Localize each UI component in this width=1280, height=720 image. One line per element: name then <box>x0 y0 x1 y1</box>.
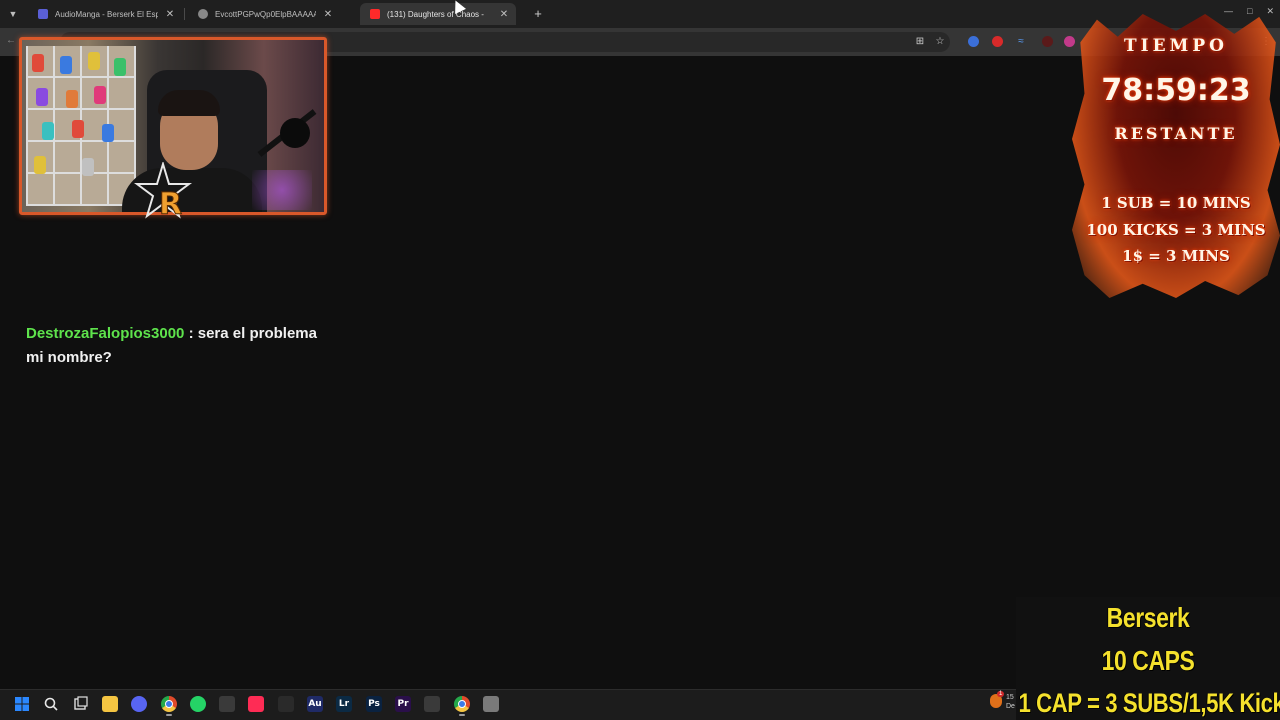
premiere-icon[interactable]: Pr <box>395 696 411 712</box>
timer-label-top: TIEMPO <box>1124 36 1228 56</box>
audiomanga-favicon-icon <box>38 9 48 19</box>
search-icon[interactable] <box>43 696 59 712</box>
youtube-icon <box>370 9 380 19</box>
figure <box>42 122 54 140</box>
close-icon[interactable]: ✕ <box>322 9 334 20</box>
rgb-light <box>252 170 312 210</box>
figure <box>60 56 72 74</box>
logo-letter: R <box>159 187 182 222</box>
star-icon[interactable]: ☆ <box>934 36 946 48</box>
figure <box>114 58 126 76</box>
tiktok-icon[interactable] <box>248 696 264 712</box>
tab-divider <box>184 8 185 20</box>
photoshop-icon[interactable]: Ps <box>366 696 382 712</box>
tray-time: 15 <box>1006 694 1014 701</box>
figure <box>36 88 48 106</box>
close-window-icon[interactable]: ✕ <box>1266 6 1274 17</box>
tab-audiomanga[interactable]: AudioManga - Berserk El Espa ✕ <box>28 3 182 25</box>
minimize-icon[interactable]: — <box>1224 6 1233 17</box>
terminal-icon[interactable] <box>424 696 440 712</box>
lightroom-icon[interactable]: Lr <box>336 696 352 712</box>
globe-icon <box>198 9 208 19</box>
tab-daughters-of-chaos[interactable]: (131) Daughters of Chaos - ✕ <box>360 3 516 25</box>
figure <box>88 52 100 70</box>
chat-message: DestrozaFalopios3000 : sera el problema … <box>26 322 336 370</box>
running-indicator <box>459 714 465 716</box>
extension-icon[interactable] <box>968 36 979 47</box>
figure <box>72 120 84 138</box>
microphone <box>280 118 310 148</box>
tray-clock[interactable]: 15 De <box>1006 693 1015 711</box>
task-view-icon[interactable] <box>73 696 89 712</box>
screen: ▼ AudioManga - Berserk El Espa ✕ EvcottP… <box>0 0 1280 720</box>
window-controls: — □ ✕ <box>1224 6 1274 17</box>
install-app-icon[interactable]: ⊞ <box>914 36 926 48</box>
chrome-icon[interactable] <box>161 696 177 712</box>
chevron-down-icon[interactable]: ▼ <box>4 5 22 23</box>
streamer-hair <box>158 90 220 116</box>
tab-title: EvcottPGPwQp0ElpBAAAAA/i <box>215 9 316 19</box>
timer-rule-kicks: 100 KICKS = 3 MINS <box>1086 221 1266 239</box>
whatsapp-icon[interactable] <box>190 696 206 712</box>
tab-title: (131) Daughters of Chaos - <box>387 9 484 19</box>
figure <box>102 124 114 142</box>
close-icon[interactable]: ✕ <box>498 9 510 20</box>
window-icon[interactable] <box>483 696 499 712</box>
goal-count: 10 CAPS <box>1101 645 1195 676</box>
chat-username: DestrozaFalopios3000 <box>26 325 185 342</box>
timer-rule-dollars: 1$ = 3 MINS <box>1122 247 1230 265</box>
windows-taskbar <box>0 689 1016 720</box>
maximize-icon[interactable]: □ <box>1247 6 1252 17</box>
chat-separator: : <box>188 325 194 342</box>
audio-extension-icon[interactable]: ≈ <box>1015 36 1027 48</box>
goal-rule: 1 CAP = 3 SUBS/1,5K Kicks <box>1018 688 1280 718</box>
windows-start-icon[interactable] <box>14 696 30 712</box>
tray-date: De <box>1006 703 1015 710</box>
capcut-icon[interactable] <box>278 696 294 712</box>
close-icon[interactable]: ✕ <box>164 9 176 20</box>
figure <box>94 86 106 104</box>
browser-tab-strip: ▼ AudioManga - Berserk El Espa ✕ EvcottP… <box>0 0 1280 28</box>
timer-countdown: 78:59:23 <box>1101 73 1251 108</box>
running-indicator <box>166 714 172 716</box>
obs-icon[interactable] <box>219 696 235 712</box>
audition-icon[interactable]: Au <box>307 696 323 712</box>
channel-logo-icon: R <box>134 162 192 223</box>
timer-label-bottom: RESTANTE <box>1114 124 1238 143</box>
file-explorer-icon[interactable] <box>102 696 118 712</box>
chrome-active-icon[interactable] <box>454 696 470 712</box>
discord-icon[interactable] <box>131 696 147 712</box>
figure <box>34 156 46 174</box>
goal-title: Berserk <box>1106 602 1190 633</box>
figure <box>82 158 94 176</box>
plus-icon[interactable]: + <box>530 6 546 22</box>
figure <box>66 90 78 108</box>
timer-rule-subs: 1 SUB = 10 MINS <box>1101 194 1251 212</box>
extension-badge-icon[interactable] <box>1042 36 1053 47</box>
tab-evcott[interactable]: EvcottPGPwQp0ElpBAAAAA/i ✕ <box>188 3 340 25</box>
back-arrow-icon[interactable]: ← <box>6 35 16 46</box>
figure <box>32 54 44 72</box>
extension-icon[interactable] <box>992 36 1003 47</box>
tab-title: AudioManga - Berserk El Espa <box>55 9 158 19</box>
